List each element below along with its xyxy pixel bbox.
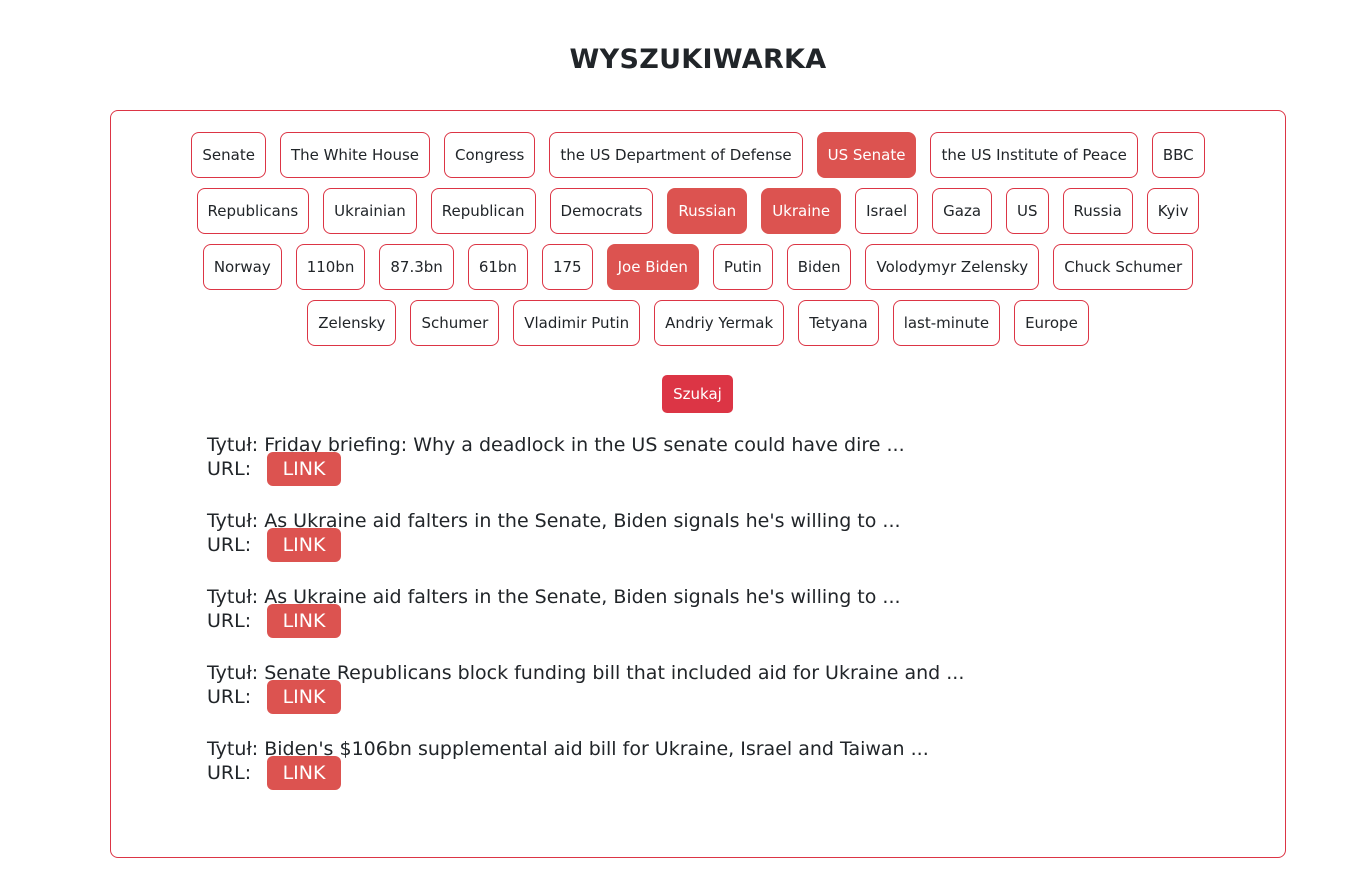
tag-button[interactable]: Democrats [549, 188, 654, 234]
tag-button[interactable]: US [1006, 188, 1049, 234]
tag-button[interactable]: The White House [279, 132, 430, 178]
tag-button[interactable]: 87.3bn [379, 244, 454, 290]
search-panel: Senate The White House Congress the US Depa… [110, 110, 1286, 858]
tag-button[interactable]: Putin [712, 244, 773, 290]
tag-button[interactable]: Russia [1062, 188, 1133, 234]
tag-button[interactable]: Vladimir Putin [513, 300, 641, 346]
link-button[interactable]: LINK [267, 756, 341, 790]
url-label: URL: [207, 686, 252, 708]
page-title: WYSZUKIWARKA [569, 44, 827, 75]
results-list: Tytuł: Friday briefing: Why a deadlock i… [207, 433, 1107, 813]
url-label: URL: [207, 762, 252, 784]
link-button[interactable]: LINK [267, 680, 341, 714]
tag-button[interactable]: Republican [430, 188, 536, 234]
tag-button[interactable]: Ukrainian [323, 188, 417, 234]
link-button[interactable]: LINK [267, 452, 341, 486]
tag-button[interactable]: the US Institute of Peace [930, 132, 1138, 178]
tag-button[interactable]: 175 [541, 244, 593, 290]
result-item: Tytuł: Senate Republicans block funding … [207, 661, 1107, 737]
url-label: URL: [207, 458, 252, 480]
result-item: Tytuł: Biden's $106bn supplemental aid b… [207, 737, 1107, 813]
tag-row: Republicans Ukrainian Republican Democrats R… [111, 188, 1285, 234]
tag-button[interactable]: Biden [786, 244, 852, 290]
tag-button[interactable]: Congress [444, 132, 536, 178]
tag-button[interactable]: Gaza [932, 188, 993, 234]
result-item: Tytuł: Friday briefing: Why a deadlock i… [207, 433, 1107, 509]
tag-button[interactable]: last-minute [892, 300, 1001, 346]
tag-button[interactable]: Israel [855, 188, 919, 234]
result-item: Tytuł: As Ukraine aid falters in the Sen… [207, 509, 1107, 585]
tag-button[interactable]: Senate [191, 132, 266, 178]
tag-button[interactable]: Volodymyr Zelensky [865, 244, 1040, 290]
tag-button[interactable]: 61bn [467, 244, 528, 290]
tag-row: Zelensky Schumer Vladimir Putin Andriy Yerm… [111, 300, 1285, 346]
url-label: URL: [207, 534, 252, 556]
tag-button[interactable]: Republicans [196, 188, 310, 234]
tag-button[interactable]: 110bn [295, 244, 366, 290]
tag-button[interactable]: Chuck Schumer [1053, 244, 1194, 290]
tag-button[interactable]: Kyiv [1146, 188, 1200, 234]
link-button[interactable]: LINK [267, 604, 341, 638]
tag-button[interactable]: Schumer [410, 300, 500, 346]
tag-button[interactable]: Andriy Yermak [654, 300, 785, 346]
tag-button[interactable]: the US Department of Defense [549, 132, 803, 178]
search-button[interactable]: Szukaj [662, 375, 733, 413]
tag-button[interactable]: BBC [1151, 132, 1205, 178]
link-button[interactable]: LINK [267, 528, 341, 562]
tag-button[interactable]: Joe Biden [606, 244, 699, 290]
result-item: Tytuł: As Ukraine aid falters in the Sen… [207, 585, 1107, 661]
tag-button[interactable]: Tetyana [798, 300, 879, 346]
tag-button[interactable]: Norway [202, 244, 282, 290]
tag-button[interactable]: US Senate [816, 132, 917, 178]
tag-row: Norway 110bn 87.3bn 61bn 175 Joe Biden Putin Bi… [111, 244, 1285, 290]
url-label: URL: [207, 610, 252, 632]
tag-row: Senate The White House Congress the US Depa… [111, 132, 1285, 178]
tag-button[interactable]: Zelensky [307, 300, 397, 346]
tag-button[interactable]: Ukraine [761, 188, 842, 234]
tag-button[interactable]: Russian [667, 188, 748, 234]
tag-button[interactable]: Europe [1014, 300, 1089, 346]
